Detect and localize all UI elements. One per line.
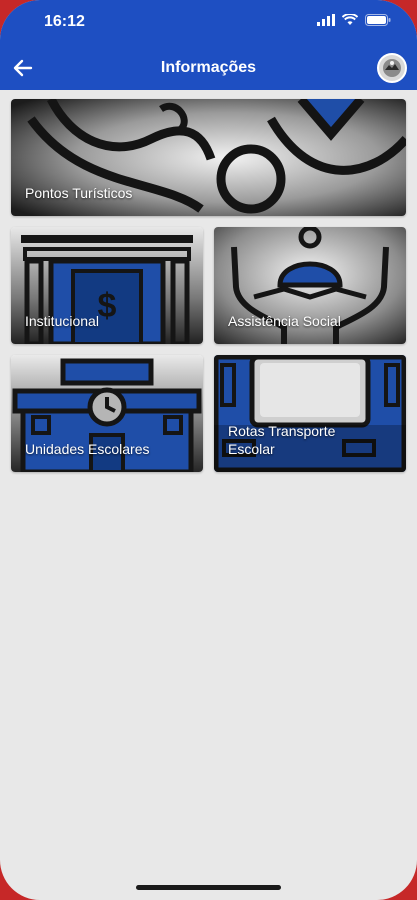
card-label: Unidades Escolares [25,441,150,457]
svg-text:$: $ [98,287,117,325]
card-label: Rotas Transporte Escolar [228,422,335,458]
card-label: Pontos Turísticos [25,185,133,201]
home-indicator[interactable] [136,885,281,890]
battery-icon [365,14,391,26]
card-pontos-turisticos[interactable]: Pontos Turísticos [11,99,406,216]
card-rotas-transporte-escolar[interactable]: Rotas Transporte Escolar [214,355,406,472]
status-icons [317,14,391,26]
wifi-icon [342,14,358,25]
card-institucional[interactable]: $ Institucional [11,227,203,344]
page-title: Informações [160,59,257,76]
card-label-line1: Rotas Transporte [228,423,336,439]
status-time: 16:12 [44,13,85,30]
signal-icon [317,14,335,26]
card-label: Institucional [25,313,99,329]
card-assistencia-social[interactable]: Assistência Social [214,227,406,344]
phone-screen: 16:12 Informações Pontos Turísticos $ In… [0,0,417,900]
card-label: Assistência Social [228,313,341,329]
card-label-line2: Escolar [228,441,275,457]
card-unidades-escolares[interactable]: Unidades Escolares [11,355,203,472]
avatar[interactable] [377,53,407,83]
app-header: 16:12 Informações [0,0,417,90]
